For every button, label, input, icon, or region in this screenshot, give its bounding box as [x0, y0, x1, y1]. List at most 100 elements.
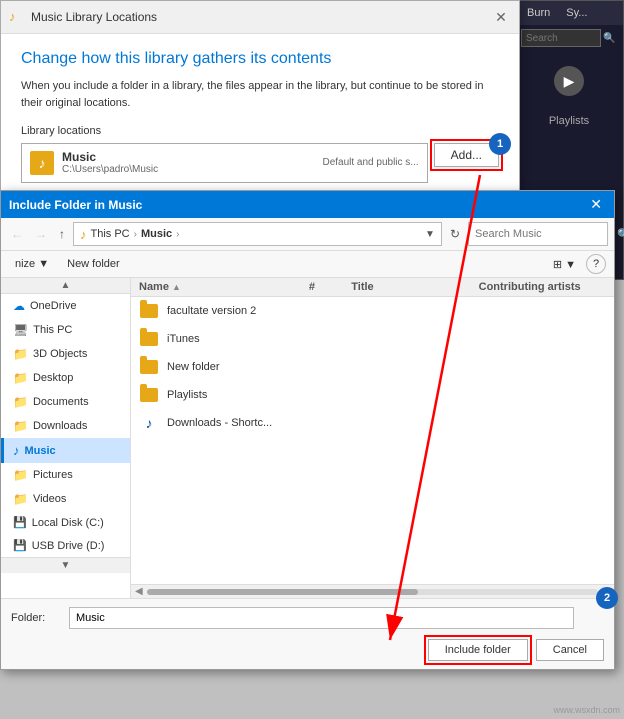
folder-yellow-3 [140, 360, 158, 374]
col-name-header[interactable]: Name ▲ [139, 281, 309, 293]
file-item-itunes[interactable]: iTunes [131, 325, 614, 353]
search-input[interactable] [475, 228, 617, 240]
organize-button[interactable]: nize ▼ [9, 256, 55, 272]
3dobjects-icon: 📁 [13, 347, 28, 361]
search-box: 🔍 [468, 222, 608, 246]
desktop-icon: 📁 [13, 371, 28, 385]
library-locations-label: Library locations [21, 125, 499, 137]
view-button[interactable]: ⊞ ▼ [549, 256, 580, 273]
refresh-button[interactable]: ↻ [446, 225, 464, 243]
include-dialog-titlebar: Include Folder in Music ✕ [1, 191, 614, 218]
nav-item-thispc[interactable]: 🖥 This PC [1, 318, 130, 342]
nav-item-music[interactable]: ♪ Music [1, 438, 130, 463]
nav-item-pictures[interactable]: 📁 Pictures [1, 463, 130, 487]
wmp-playlists-label: Playlists [515, 111, 623, 127]
wmp-search-area: 🔍 [515, 25, 623, 51]
nav-scroll-down[interactable]: ▼ [1, 557, 130, 573]
include-dialog-close[interactable]: ✕ [586, 196, 606, 213]
nav-scroll-up[interactable]: ▲ [1, 278, 130, 294]
col-contrib-header[interactable]: Contributing artists [479, 281, 606, 293]
nav-back-button[interactable]: ← [7, 225, 27, 243]
downloads-icon: 📁 [13, 419, 28, 433]
nav-item-usb1-label: USB Drive (D:) [32, 540, 105, 552]
sort-icon: ▲ [172, 282, 181, 292]
cancel-button[interactable]: Cancel [536, 639, 604, 661]
nav-item-downloads[interactable]: 📁 Downloads [1, 414, 130, 438]
hscroll-left-btn[interactable]: ◀ [135, 586, 143, 597]
pc-icon: 🖥 [13, 323, 28, 337]
file-icon-downloads-shortcut: ♪ [139, 413, 159, 433]
pictures-icon: 📁 [13, 468, 28, 482]
library-dialog-body: Change how this library gathers its cont… [1, 34, 519, 209]
file-name-facultate: facultate version 2 [167, 305, 256, 317]
nav-item-onedrive[interactable]: ☁ OneDrive [1, 294, 130, 318]
wmp-play-icon[interactable]: ▶ [554, 66, 584, 96]
location-badge: Default and public s... [322, 157, 418, 168]
file-toolbar: nize ▼ New folder ⊞ ▼ ? [1, 251, 614, 278]
file-item-facultate[interactable]: facultate version 2 [131, 297, 614, 325]
nav-item-thispc-label: This PC [33, 324, 72, 336]
wmp-search-input[interactable] [521, 29, 601, 47]
documents-icon: 📁 [13, 395, 28, 409]
wmp-search-icon: 🔍 [603, 33, 615, 44]
file-item-downloads-shortcut[interactable]: ♪ Downloads - Shortc... [131, 409, 614, 437]
nav-item-desktop-label: Desktop [33, 372, 73, 384]
onedrive-icon: ☁ [13, 299, 25, 313]
new-folder-button[interactable]: New folder [61, 256, 126, 272]
file-items: facultate version 2 iTunes New folder [131, 297, 614, 584]
nav-item-documents[interactable]: 📁 Documents [1, 390, 130, 414]
include-folder-button[interactable]: Include folder [428, 639, 528, 661]
library-dialog-close[interactable]: ✕ [491, 7, 511, 27]
path-sep-1: › [134, 229, 137, 240]
wmp-burn-btn[interactable]: Burn [521, 5, 556, 21]
wmp-toolbar: Burn Sy... [515, 1, 623, 25]
shortcut-music-icon: ♪ [146, 415, 153, 431]
nav-item-localdisk-label: Local Disk (C:) [32, 517, 104, 529]
nav-item-onedrive-label: OneDrive [30, 300, 76, 312]
nav-forward-button[interactable]: → [31, 225, 51, 243]
col-num-header[interactable]: # [309, 281, 351, 293]
location-path: C:\Users\padro\Music [62, 164, 158, 175]
path-dropdown-button[interactable]: ▼ [425, 229, 435, 240]
dialog-title-left: ♪ Music Library Locations [9, 9, 157, 25]
file-name-newfolder: New folder [167, 361, 220, 373]
wmp-play-area: ▶ [515, 51, 623, 111]
file-item-playlists[interactable]: Playlists [131, 381, 614, 409]
locations-list: ♪ Music C:\Users\padro\Music Default and… [21, 143, 428, 183]
folder-input[interactable] [69, 607, 574, 629]
library-dialog-title: Music Library Locations [31, 10, 157, 24]
nav-item-videos-label: Videos [33, 493, 66, 505]
file-name-playlists: Playlists [167, 389, 207, 401]
nav-item-desktop[interactable]: 📁 Desktop [1, 366, 130, 390]
col-title-header[interactable]: Title [351, 281, 478, 293]
file-list-pane: Name ▲ # Title Contributing artists facu… [131, 278, 614, 598]
file-icon-playlists [139, 385, 159, 405]
help-button[interactable]: ? [586, 254, 606, 274]
path-this-pc: This PC [91, 228, 130, 240]
include-bottom: Folder: 2 Include folder Cancel [1, 598, 614, 669]
hscroll-area: ◀ ▶ [131, 584, 614, 598]
nav-item-videos[interactable]: 📁 Videos [1, 487, 130, 511]
folder-label: Folder: [11, 612, 61, 624]
wmp-sync-btn[interactable]: Sy... [560, 5, 593, 21]
library-dialog-titlebar: ♪ Music Library Locations ✕ [1, 1, 519, 34]
file-icon-newfolder [139, 357, 159, 377]
library-dialog-heading: Change how this library gathers its cont… [21, 50, 499, 68]
nav-item-3dobjects-label: 3D Objects [33, 348, 87, 360]
music-nav-icon: ♪ [13, 443, 20, 458]
nav-item-3dobjects[interactable]: 📁 3D Objects [1, 342, 130, 366]
localdisk-icon: 💾 [13, 516, 27, 529]
address-bar: ← → ↑ ♪ This PC › Music › ▼ ↻ 🔍 [1, 218, 614, 251]
location-name: Music [62, 150, 158, 164]
include-dialog: Include Folder in Music ✕ ← → ↑ ♪ This P… [0, 190, 615, 670]
nav-item-music-label: Music [25, 445, 56, 457]
nav-item-downloads-label: Downloads [33, 420, 87, 432]
nav-up-button[interactable]: ↑ [55, 225, 69, 243]
nav-item-pictures-label: Pictures [33, 469, 73, 481]
nav-item-localdisk[interactable]: 💾 Local Disk (C:) [1, 511, 130, 534]
hscroll-track[interactable] [147, 589, 599, 595]
organize-label: nize ▼ [15, 258, 49, 270]
nav-item-documents-label: Documents [33, 396, 89, 408]
file-item-newfolder[interactable]: New folder [131, 353, 614, 381]
nav-item-usb1[interactable]: 💾 USB Drive (D:) [1, 534, 130, 557]
